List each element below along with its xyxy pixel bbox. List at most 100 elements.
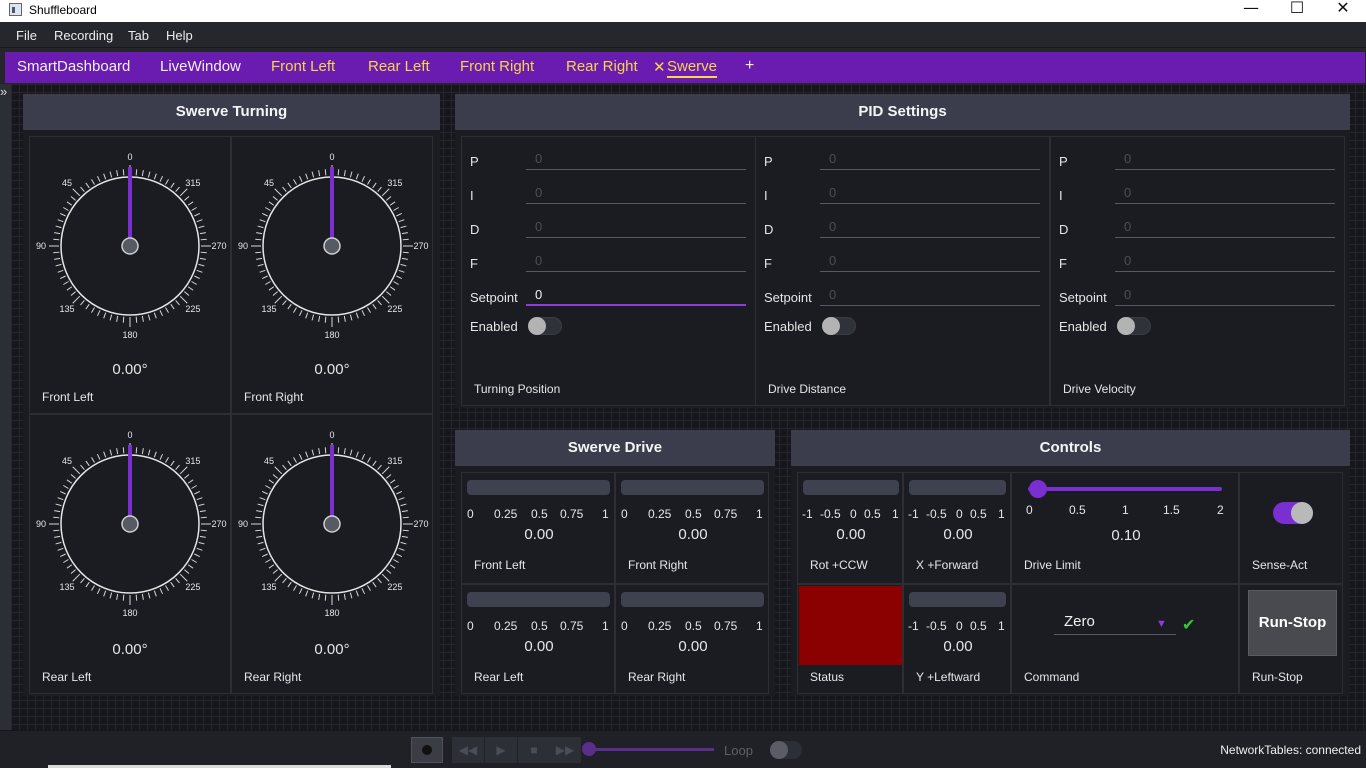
tick-label: 0.25 [494,507,518,521]
dial-tick [257,541,264,545]
pid-p-field[interactable]: 0 [820,150,1040,170]
tab-rear-right[interactable]: Rear Right [566,58,638,75]
stop-button[interactable]: ■ [518,737,550,763]
dial-tick-label: 135 [262,582,277,592]
pid-enabled-toggle[interactable] [528,317,562,335]
tab-close-icon[interactable]: ✕ [653,58,666,76]
dial-tick [386,196,392,201]
dial-tick-label: 225 [185,304,200,314]
close-button[interactable]: ✕ [1320,0,1366,22]
dial-tick [196,547,203,551]
playback-timeline[interactable] [590,748,714,751]
dial-tick [377,578,382,584]
pid-p-field[interactable]: 0 [1115,150,1335,170]
pid-setpoint-field[interactable]: 0 [526,286,746,306]
dial-tick [165,457,169,463]
record-button[interactable] [411,737,443,763]
maximize-button[interactable]: ☐ [1274,0,1320,22]
dial-tick [393,207,399,211]
side-collapse-strip[interactable]: » [0,84,11,730]
menu-help[interactable]: Help [166,28,193,43]
pid-enabled-toggle[interactable] [822,317,856,335]
dial-tick [194,491,200,495]
dial-tick [97,310,101,316]
tab-livewindow[interactable]: LiveWindow [160,58,241,75]
tick-label: 0.75 [560,507,584,521]
dial-tick [400,541,407,545]
drive-limit-slider-knob[interactable] [1028,480,1047,498]
drive-limit-slider[interactable] [1028,487,1222,491]
loop-toggle[interactable] [770,741,802,759]
dial-tick [175,186,180,192]
dial-tick [200,251,207,254]
dial-tick [187,564,194,569]
gyro-dial: 0 45 90 135 180 225 270 315 [238,430,429,618]
dial-tick-label: 180 [122,330,137,340]
pid-setpoint-field[interactable]: 0 [820,286,1040,306]
tab-swerve[interactable]: Swerve [667,58,718,78]
dial-tick [91,179,95,185]
bar-value: 0.00 [943,526,973,543]
menu-tab[interactable]: Tab [128,28,149,43]
dial-tick [91,457,95,463]
status-widget: Status [797,584,903,694]
dial-tick [194,275,200,279]
pid-f-field[interactable]: 0 [820,252,1040,272]
bar-value: 0.00 [836,526,866,543]
pid-controller-drive-distance: P 0 I 0 D 0 F 0 Setpoint 0 Enabled Drive… [755,136,1050,406]
dial-tick [159,588,163,594]
tab-rear-left[interactable]: Rear Left [368,58,430,75]
tick-label: 0 [467,507,474,521]
tick-label: 1 [1122,503,1129,517]
tick-label: 2 [1217,503,1224,517]
dial-tick [377,186,382,192]
dial-tick [337,316,340,323]
add-tab-button[interactable]: + [745,57,754,75]
pid-d-field[interactable]: 0 [526,218,746,238]
dial-tick [153,451,157,458]
pid-d-field[interactable]: 0 [820,218,1040,238]
menu-file[interactable]: File [16,28,37,43]
playback-knob[interactable] [582,742,596,756]
expand-chevron-icon[interactable]: » [0,84,7,99]
swerve-turning-title: Swerve Turning [23,94,440,130]
dial-tick [265,559,271,563]
dial-tick [262,553,268,557]
minimize-button[interactable]: — [1228,0,1274,22]
dial-tick [272,291,278,296]
pid-i-field[interactable]: 0 [820,184,1040,204]
number-bar [467,592,610,607]
tick-label: -0.5 [820,507,841,521]
pid-setpoint-field[interactable]: 0 [1115,286,1335,306]
sense-act-toggle[interactable] [1273,502,1313,524]
bar-label: Rear Right [628,670,686,684]
tick-label: 0.75 [560,619,584,633]
pid-d-field[interactable]: 0 [1115,218,1335,238]
tab-front-left[interactable]: Front Left [271,58,335,75]
dial-tick [80,186,85,192]
tab-front-right[interactable]: Front Right [460,58,534,75]
dial-tick [57,269,64,273]
dial-tick [54,257,61,260]
dial-tick [398,219,405,223]
pid-i-field[interactable]: 0 [526,184,746,204]
pid-settings-panel: PID Settings P 0 I 0 D 0 F 0 Setpoint 0 … [455,94,1350,408]
confirm-check-icon[interactable]: ✔ [1182,615,1195,635]
dial-tick [55,225,62,229]
gyro-dial: 0 45 90 135 180 225 270 315 [36,430,227,618]
dropdown-arrow-icon[interactable]: ▼ [1156,618,1167,630]
pid-f-field[interactable]: 0 [526,252,746,272]
pid-p-field[interactable]: 0 [526,150,746,170]
fast-forward-button[interactable]: ▶▶ [549,737,581,763]
pid-f-field[interactable]: 0 [1115,252,1335,272]
run-stop-button[interactable]: Run-Stop [1248,590,1337,656]
dial-tick [60,553,66,557]
play-button[interactable]: ▶ [485,737,517,763]
dial-tick [72,188,81,197]
dial-tick [257,225,264,229]
rewind-button[interactable]: ◀◀ [452,737,484,763]
tab-smartdashboard[interactable]: SmartDashboard [17,58,130,75]
pid-enabled-toggle[interactable] [1117,317,1151,335]
pid-i-field[interactable]: 0 [1115,184,1335,204]
menu-recording[interactable]: Recording [54,28,113,43]
